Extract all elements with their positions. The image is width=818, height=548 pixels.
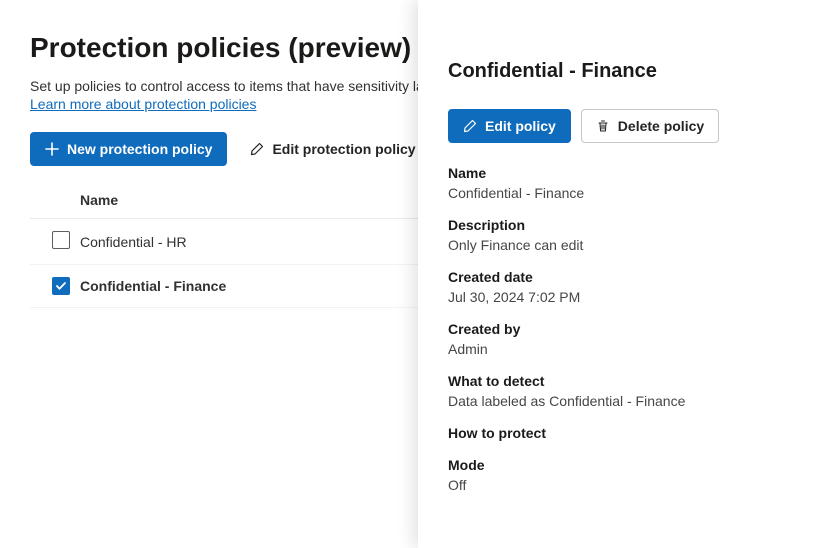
- field-label: What to detect: [448, 373, 788, 389]
- field-mode: Mode Off: [448, 457, 788, 493]
- learn-more-link[interactable]: Learn more about protection policies: [30, 96, 256, 112]
- pencil-icon: [250, 142, 264, 156]
- field-value: Jul 30, 2024 7:02 PM: [448, 289, 788, 305]
- edit-policy-toolbar-button[interactable]: Edit protection policy: [235, 132, 430, 166]
- field-how-to-protect: How to protect: [448, 425, 788, 441]
- field-label: Mode: [448, 457, 788, 473]
- flyout-actions: Edit policy Delete policy: [448, 109, 788, 143]
- field-label: How to protect: [448, 425, 788, 441]
- delete-policy-label: Delete policy: [618, 116, 704, 136]
- row-checkbox[interactable]: [52, 277, 70, 295]
- edit-policy-button[interactable]: Edit policy: [448, 109, 571, 143]
- flyout-title: Confidential - Finance: [448, 60, 788, 83]
- edit-policy-toolbar-label: Edit protection policy: [272, 139, 415, 159]
- delete-policy-button[interactable]: Delete policy: [581, 109, 719, 143]
- col-checkbox: [30, 182, 80, 219]
- field-value: Only Finance can edit: [448, 237, 788, 253]
- field-label: Name: [448, 165, 788, 181]
- field-label: Created date: [448, 269, 788, 285]
- trash-icon: [596, 119, 610, 133]
- edit-policy-label: Edit policy: [485, 116, 556, 136]
- field-label: Created by: [448, 321, 788, 337]
- field-value: Data labeled as Confidential - Finance: [448, 393, 788, 409]
- field-created-date: Created date Jul 30, 2024 7:02 PM: [448, 269, 788, 305]
- field-name: Name Confidential - Finance: [448, 165, 788, 201]
- field-description: Description Only Finance can edit: [448, 217, 788, 253]
- plus-icon: [45, 142, 59, 156]
- field-created-by: Created by Admin: [448, 321, 788, 357]
- details-flyout: Confidential - Finance Edit policy Delet…: [418, 0, 818, 548]
- check-icon: [55, 280, 67, 292]
- new-policy-label: New protection policy: [67, 139, 212, 159]
- new-policy-button[interactable]: New protection policy: [30, 132, 227, 166]
- row-checkbox[interactable]: [52, 231, 70, 249]
- pencil-icon: [463, 119, 477, 133]
- field-value: Off: [448, 477, 788, 493]
- field-value: Admin: [448, 341, 788, 357]
- field-label: Description: [448, 217, 788, 233]
- field-what-to-detect: What to detect Data labeled as Confident…: [448, 373, 788, 409]
- field-value: Confidential - Finance: [448, 185, 788, 201]
